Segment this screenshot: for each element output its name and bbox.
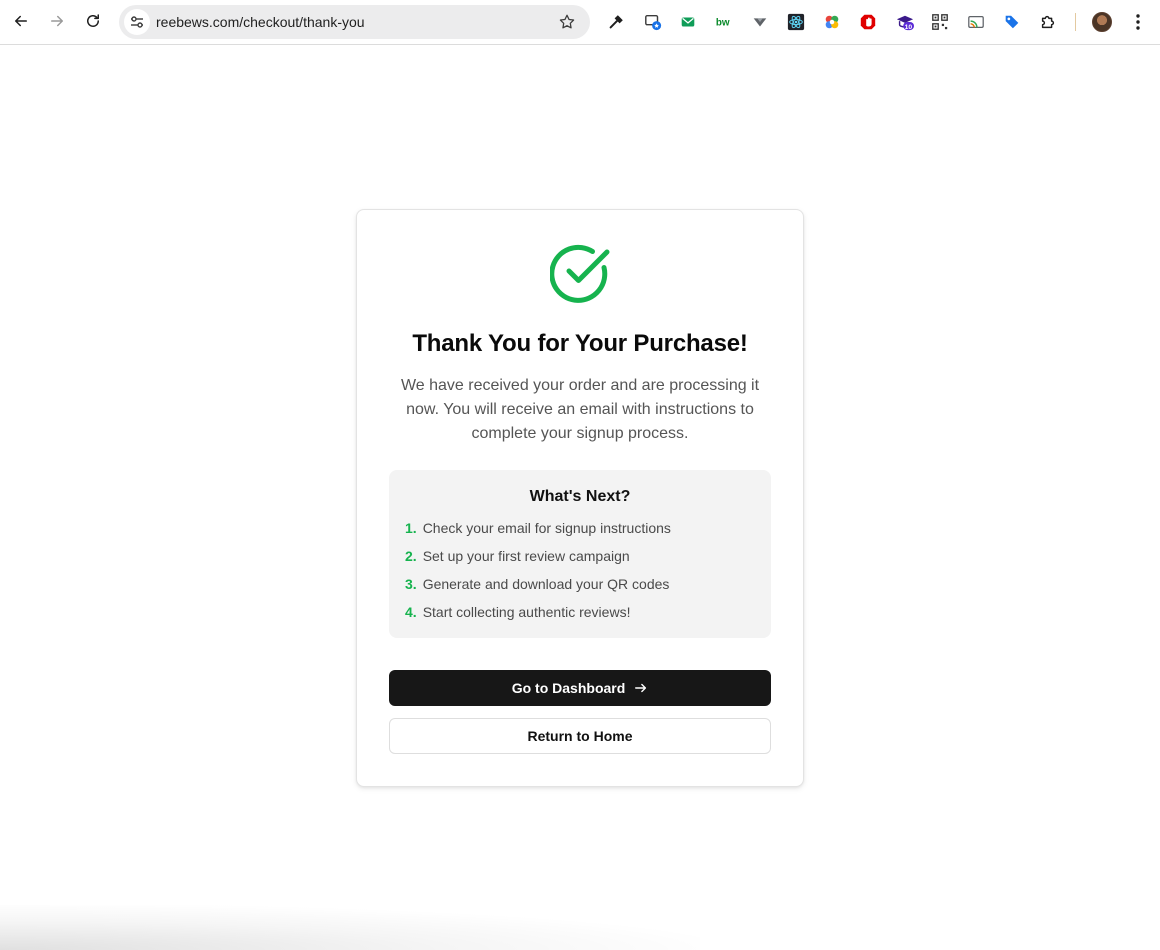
vue-devtools-icon[interactable] [750, 12, 770, 32]
tab-capture-icon[interactable] [643, 12, 663, 32]
go-to-dashboard-label: Go to Dashboard [511, 680, 626, 696]
toolbar-separator [1075, 13, 1076, 31]
step-text: Start collecting authentic reviews! [422, 604, 631, 620]
grad-cap-icon[interactable]: 10 [895, 12, 915, 32]
react-devtools-icon[interactable] [786, 12, 806, 32]
arrow-left-icon [15, 15, 27, 27]
bookmark-star-icon[interactable] [558, 13, 576, 31]
list-item: 4. Start collecting authentic reviews! [405, 602, 671, 630]
tune-icon [131, 16, 143, 28]
list-item: 1. Check your email for signup instructio… [405, 518, 671, 546]
confirmation-card: Thank You for Your Purchase! We have rec… [356, 209, 804, 787]
return-to-home-label: Return to Home [527, 728, 633, 744]
more-menu-icon[interactable] [1128, 12, 1148, 32]
cast-icon[interactable] [966, 12, 986, 32]
whats-next-title: What's Next? [529, 488, 631, 505]
next-steps-list: 1. Check your email for signup instructio… [405, 518, 671, 630]
step-number: 2. [405, 548, 417, 564]
page-title: Thank You for Your Purchase! [412, 330, 748, 357]
tag-icon[interactable] [1002, 12, 1022, 32]
step-text: Generate and download your QR codes [422, 576, 670, 592]
step-number: 4. [405, 604, 417, 620]
step-number: 3. [405, 576, 417, 592]
step-text: Set up your first review campaign [422, 548, 630, 564]
browser-toolbar: reebews.com/checkout/thank-you bw 10 [0, 0, 1160, 45]
site-info-button[interactable] [124, 9, 150, 35]
list-item: 3. Generate and download your QR codes [405, 574, 671, 602]
adblock-icon[interactable] [858, 12, 878, 32]
reload-button[interactable] [79, 7, 107, 35]
go-to-dashboard-button[interactable]: Go to Dashboard [389, 670, 771, 706]
arrow-right-icon [51, 15, 63, 27]
profile-avatar[interactable] [1092, 12, 1112, 32]
extension-badge-count: 10 [905, 24, 913, 31]
arrow-right-icon [635, 683, 647, 693]
address-bar[interactable]: reebews.com/checkout/thank-you [119, 5, 590, 39]
forward-button[interactable] [43, 7, 71, 35]
qr-code-icon[interactable] [930, 12, 950, 32]
mail-extension-icon[interactable] [678, 12, 698, 32]
confirmation-message: We have received your order and are proc… [400, 377, 760, 442]
svg-text:bw: bw [716, 18, 730, 29]
url-text[interactable]: reebews.com/checkout/thank-you [156, 5, 365, 39]
step-text: Check your email for signup instructions [422, 520, 671, 536]
step-number: 1. [405, 520, 417, 536]
whats-next-panel: What's Next? 1. Check your email for sign… [389, 470, 771, 638]
list-item: 2. Set up your first review campaign [405, 546, 671, 574]
bottom-shadow [0, 905, 700, 950]
back-button[interactable] [7, 7, 35, 35]
color-wheel-icon[interactable] [822, 12, 842, 32]
puzzle-icon[interactable] [1038, 12, 1058, 32]
check-circle-icon [550, 244, 610, 303]
return-to-home-button[interactable]: Return to Home [389, 718, 771, 754]
reload-icon [87, 14, 99, 27]
bw-extension-icon[interactable]: bw [714, 12, 734, 32]
eyedropper-icon[interactable] [606, 12, 626, 32]
